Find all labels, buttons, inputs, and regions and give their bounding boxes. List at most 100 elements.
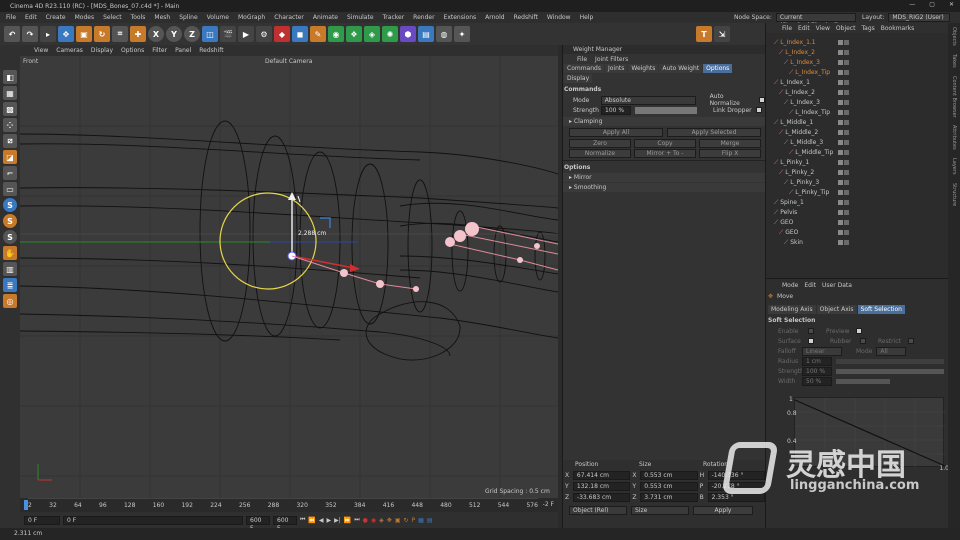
make-editable-icon[interactable]: ◧: [3, 70, 17, 84]
clamping-section[interactable]: ▸ Clamping: [563, 117, 765, 126]
mirror-x-button[interactable]: Mirror + To -: [634, 148, 696, 158]
render-visibility-icon[interactable]: [844, 240, 849, 245]
menu-item-select[interactable]: Select: [103, 14, 122, 21]
current-frame-field[interactable]: 0 F: [24, 515, 60, 525]
param-key-icon[interactable]: P: [412, 517, 416, 524]
wm-menu-joint-filters[interactable]: Joint Filters: [595, 56, 628, 63]
light-icon[interactable]: ✦: [454, 26, 470, 42]
menu-item-tools[interactable]: Tools: [131, 14, 146, 21]
viewport-menu-view[interactable]: View: [34, 47, 48, 54]
goto-end-icon[interactable]: ⏭: [354, 516, 359, 524]
visibility-toggles[interactable]: [838, 150, 849, 155]
visibility-toggles[interactable]: [838, 110, 849, 115]
visibility-toggles[interactable]: [838, 70, 849, 75]
viewport-menu-redshift[interactable]: Redshift: [199, 47, 223, 54]
menu-item-help[interactable]: Help: [580, 14, 594, 21]
visibility-toggles[interactable]: [838, 140, 849, 145]
visibility-toggles[interactable]: [838, 190, 849, 195]
object-item[interactable]: ⟋ L_Index_Tip: [766, 108, 948, 118]
live-selection-icon[interactable]: ▸: [40, 26, 56, 42]
om-menu-bookmarks[interactable]: Bookmarks: [881, 25, 915, 32]
render-visibility-icon[interactable]: [844, 210, 849, 215]
deformer-icon[interactable]: ◈: [364, 26, 380, 42]
editor-visibility-icon[interactable]: [838, 170, 843, 175]
render-visibility-icon[interactable]: [844, 180, 849, 185]
editor-visibility-icon[interactable]: [838, 150, 843, 155]
apply-button[interactable]: Apply: [693, 505, 753, 515]
object-item[interactable]: ⟋ Spine_1: [766, 198, 948, 208]
extra-tool-icon[interactable]: ⇲: [714, 26, 730, 42]
camera-label[interactable]: Default Camera: [265, 58, 312, 65]
object-item[interactable]: ⟋ Skin: [766, 238, 948, 248]
editor-visibility-icon[interactable]: [838, 100, 843, 105]
strength-slider[interactable]: [635, 106, 697, 114]
render-visibility-icon[interactable]: [844, 110, 849, 115]
link-dropper-checkbox[interactable]: [755, 107, 762, 113]
position-field[interactable]: 132.18 cm: [572, 482, 631, 491]
visibility-toggles[interactable]: [838, 130, 849, 135]
mirror-section[interactable]: ▸ Mirror: [563, 173, 765, 182]
menu-item-window[interactable]: Window: [547, 14, 571, 21]
width-field[interactable]: 50 %: [802, 376, 832, 386]
menu-item-mesh[interactable]: Mesh: [154, 14, 170, 21]
om-menu-file[interactable]: File: [782, 25, 792, 32]
render-visibility-icon[interactable]: [844, 130, 849, 135]
editor-visibility-icon[interactable]: [838, 180, 843, 185]
texture-mode-icon[interactable]: ▩: [3, 102, 17, 116]
prev-key-icon[interactable]: ⏪: [308, 517, 315, 524]
menu-item-mograph[interactable]: MoGraph: [238, 14, 265, 21]
menu-item-create[interactable]: Create: [46, 14, 66, 21]
editor-visibility-icon[interactable]: [838, 240, 843, 245]
editor-visibility-icon[interactable]: [838, 220, 843, 225]
object-item[interactable]: ⟋ L_Index_1.1: [766, 38, 948, 48]
playhead[interactable]: [24, 500, 28, 510]
object-item[interactable]: ⟋ L_Middle_1: [766, 118, 948, 128]
editor-visibility-icon[interactable]: [838, 110, 843, 115]
zero-button[interactable]: Zero: [569, 138, 631, 148]
move-tool-icon[interactable]: ✥: [58, 26, 74, 42]
visibility-toggles[interactable]: [838, 210, 849, 215]
axis-x-button[interactable]: X: [148, 26, 164, 42]
position-field[interactable]: -33.683 cm: [572, 493, 631, 502]
om-menu-view[interactable]: View: [816, 25, 830, 32]
smoothing-section[interactable]: ▸ Smoothing: [563, 183, 765, 192]
size-mode-dropdown[interactable]: Size: [631, 505, 689, 515]
menu-item-volume[interactable]: Volume: [207, 14, 229, 21]
render-visibility-icon[interactable]: [844, 230, 849, 235]
render-visibility-icon[interactable]: [844, 220, 849, 225]
axis-y-button[interactable]: Y: [166, 26, 182, 42]
object-item[interactable]: ⟋ L_Middle_3: [766, 138, 948, 148]
visibility-toggles[interactable]: [838, 80, 849, 85]
layout-dropdown[interactable]: MDS_RIG2 (User): [888, 13, 951, 22]
side-tab-attributes[interactable]: Attributes: [951, 125, 957, 150]
om-menu-object[interactable]: Object: [836, 25, 856, 32]
redo-icon[interactable]: ↷: [22, 26, 38, 42]
visibility-toggles[interactable]: [838, 90, 849, 95]
end-frame-field[interactable]: 600 F: [246, 515, 270, 532]
om-menu-edit[interactable]: Edit: [798, 25, 810, 32]
side-tab-takes[interactable]: Takes: [951, 54, 957, 68]
editor-visibility-icon[interactable]: [838, 160, 843, 165]
weight-paint-icon[interactable]: ✋: [3, 246, 17, 260]
camera-icon[interactable]: ◍: [436, 26, 452, 42]
menu-item-modes[interactable]: Modes: [75, 14, 94, 21]
menu-item-spline[interactable]: Spline: [179, 14, 197, 21]
size-field[interactable]: 3.731 cm: [640, 493, 698, 502]
render-visibility-icon[interactable]: [844, 150, 849, 155]
viewport-menu-filter[interactable]: Filter: [152, 47, 167, 54]
attr-tab-soft-selection[interactable]: Soft Selection: [857, 305, 905, 314]
visibility-toggles[interactable]: [838, 120, 849, 125]
strength-attr-field[interactable]: 100 %: [802, 366, 832, 376]
snap-settings-icon[interactable]: S: [3, 214, 17, 228]
menu-item-file[interactable]: File: [6, 14, 16, 21]
wm-menu-file[interactable]: File: [577, 56, 587, 63]
apply-all-button[interactable]: Apply All: [569, 127, 663, 137]
solo-icon[interactable]: ◎: [3, 294, 17, 308]
object-item[interactable]: ⟋ L_Index_2: [766, 48, 948, 58]
record-icon[interactable]: ●: [363, 517, 368, 524]
mode-dropdown[interactable]: Absolute: [600, 95, 696, 105]
menu-item-render[interactable]: Render: [413, 14, 434, 21]
tab-options[interactable]: Options: [703, 64, 733, 73]
edge-mode-icon[interactable]: ⧄: [3, 134, 17, 148]
rotation-key-icon[interactable]: ↻: [404, 517, 409, 524]
